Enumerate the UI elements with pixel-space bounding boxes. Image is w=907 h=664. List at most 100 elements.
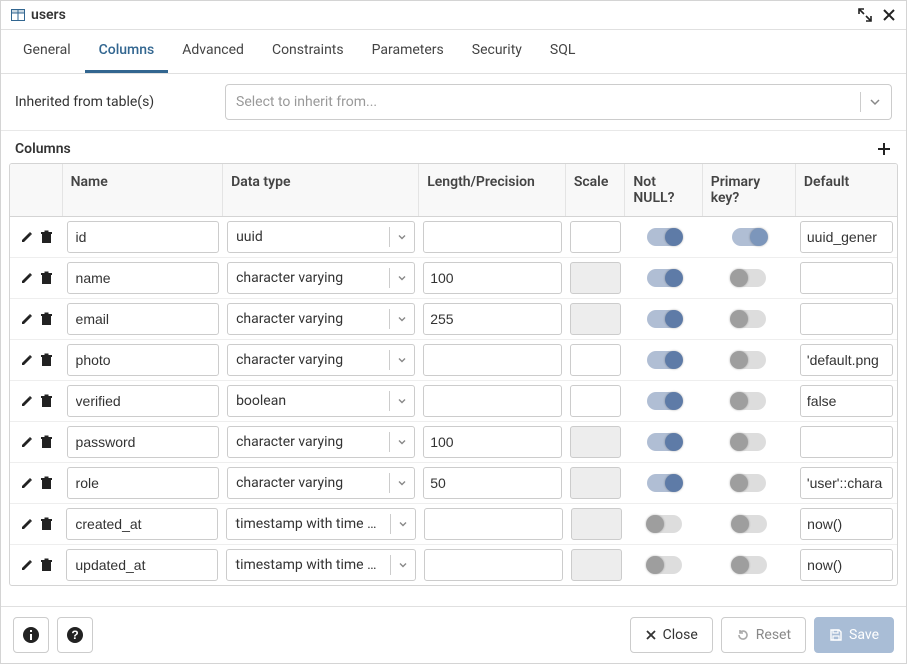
close-button[interactable]: Close — [630, 617, 713, 653]
delete-icon[interactable] — [40, 517, 53, 531]
length-input[interactable] — [423, 262, 562, 294]
length-input[interactable] — [423, 467, 562, 499]
datatype-select[interactable]: boolean — [227, 385, 415, 417]
column-name-input[interactable] — [67, 262, 220, 294]
scale-input[interactable] — [571, 549, 622, 581]
column-name-input[interactable] — [67, 385, 220, 417]
tab-sql[interactable]: SQL — [536, 30, 589, 73]
delete-icon[interactable] — [40, 394, 53, 408]
maximize-icon[interactable] — [858, 8, 872, 22]
tab-security[interactable]: Security — [458, 30, 536, 73]
primarykey-toggle[interactable] — [732, 433, 766, 451]
edit-icon[interactable] — [20, 230, 34, 244]
primarykey-toggle[interactable] — [733, 515, 767, 533]
delete-icon[interactable] — [40, 230, 53, 244]
default-input[interactable] — [800, 385, 893, 417]
close-icon[interactable] — [882, 8, 896, 22]
scale-input[interactable] — [570, 426, 622, 458]
delete-icon[interactable] — [40, 558, 53, 572]
primarykey-toggle[interactable] — [732, 310, 766, 328]
info-button[interactable] — [13, 617, 49, 653]
scale-input[interactable] — [570, 262, 622, 294]
tab-constraints[interactable]: Constraints — [258, 30, 358, 73]
primarykey-toggle[interactable] — [733, 556, 767, 574]
tab-columns[interactable]: Columns — [85, 30, 169, 73]
scale-input[interactable] — [571, 508, 622, 540]
inherit-select[interactable]: Select to inherit from... — [225, 84, 892, 120]
column-row: boolean — [10, 381, 897, 422]
delete-icon[interactable] — [40, 312, 53, 326]
chevron-down-icon — [390, 355, 414, 365]
column-name-input[interactable] — [66, 508, 218, 540]
scale-input[interactable] — [570, 467, 622, 499]
default-input[interactable] — [800, 344, 893, 376]
default-input[interactable] — [800, 508, 893, 540]
notnull-toggle[interactable] — [647, 351, 681, 369]
edit-icon[interactable] — [20, 394, 34, 408]
tab-advanced[interactable]: Advanced — [168, 30, 258, 73]
column-name-input[interactable] — [67, 303, 220, 335]
datatype-select[interactable]: uuid — [227, 221, 415, 253]
delete-icon[interactable] — [40, 353, 53, 367]
edit-icon[interactable] — [20, 435, 34, 449]
default-input[interactable] — [800, 549, 893, 581]
edit-icon[interactable] — [20, 558, 34, 572]
scale-input[interactable] — [570, 344, 622, 376]
reset-button[interactable]: Reset — [721, 617, 806, 653]
delete-icon[interactable] — [40, 476, 53, 490]
length-input[interactable] — [423, 426, 562, 458]
notnull-toggle[interactable] — [647, 433, 681, 451]
notnull-toggle[interactable] — [647, 228, 681, 246]
column-name-input[interactable] — [67, 221, 220, 253]
default-input[interactable] — [800, 262, 893, 294]
scale-input[interactable] — [570, 303, 622, 335]
notnull-toggle[interactable] — [647, 474, 681, 492]
length-input[interactable] — [423, 303, 562, 335]
scale-input[interactable] — [570, 221, 622, 253]
tab-general[interactable]: General — [9, 30, 85, 73]
length-input[interactable] — [424, 508, 562, 540]
column-name-input[interactable] — [67, 426, 220, 458]
primarykey-toggle[interactable] — [732, 392, 766, 410]
default-input[interactable] — [800, 303, 893, 335]
notnull-toggle[interactable] — [648, 556, 682, 574]
edit-icon[interactable] — [20, 517, 34, 531]
datatype-select[interactable]: character varying — [227, 467, 415, 499]
header-scale: Scale — [566, 164, 626, 216]
column-name-input[interactable] — [67, 467, 220, 499]
datatype-select[interactable]: character varying — [227, 344, 415, 376]
help-button[interactable]: ? — [57, 617, 93, 653]
primarykey-toggle[interactable] — [732, 228, 766, 246]
delete-icon[interactable] — [40, 435, 53, 449]
edit-icon[interactable] — [20, 353, 34, 367]
default-input[interactable] — [800, 221, 893, 253]
primarykey-toggle[interactable] — [732, 474, 766, 492]
length-input[interactable] — [423, 221, 562, 253]
save-button[interactable]: Save — [814, 617, 894, 653]
length-input[interactable] — [423, 344, 562, 376]
edit-icon[interactable] — [20, 271, 34, 285]
column-name-input[interactable] — [67, 344, 220, 376]
edit-icon[interactable] — [20, 476, 34, 490]
length-input[interactable] — [423, 385, 562, 417]
primarykey-toggle[interactable] — [732, 269, 766, 287]
default-input[interactable] — [800, 426, 893, 458]
notnull-toggle[interactable] — [648, 515, 682, 533]
datatype-select[interactable]: character varying — [227, 426, 415, 458]
datatype-select[interactable]: character varying — [227, 262, 415, 294]
delete-icon[interactable] — [40, 271, 53, 285]
notnull-toggle[interactable] — [647, 269, 681, 287]
edit-icon[interactable] — [20, 312, 34, 326]
default-input[interactable] — [800, 467, 893, 499]
scale-input[interactable] — [570, 385, 622, 417]
length-input[interactable] — [424, 549, 562, 581]
datatype-select[interactable]: character varying — [227, 303, 415, 335]
tab-parameters[interactable]: Parameters — [358, 30, 458, 73]
column-name-input[interactable] — [66, 549, 218, 581]
notnull-toggle[interactable] — [647, 392, 681, 410]
datatype-select[interactable]: timestamp with time z... — [226, 549, 416, 581]
datatype-select[interactable]: timestamp with time z... — [226, 508, 416, 540]
primarykey-toggle[interactable] — [732, 351, 766, 369]
notnull-toggle[interactable] — [647, 310, 681, 328]
add-column-button[interactable] — [876, 141, 892, 157]
